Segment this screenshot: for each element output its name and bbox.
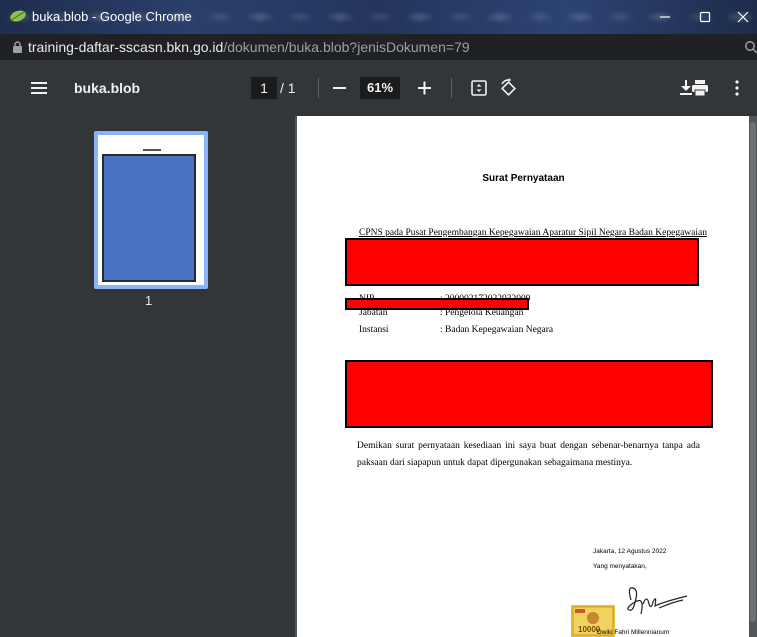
document-viewer[interactable]: Surat Pernyataan CPNS pada Pusat Pengemb… — [295, 116, 757, 637]
menu-icon[interactable] — [30, 79, 50, 97]
zoom-out-icon[interactable] — [331, 79, 349, 97]
more-icon[interactable] — [733, 79, 741, 97]
page-number-input[interactable]: 1 — [251, 77, 277, 99]
thumbnail-page — [98, 135, 204, 285]
close-icon[interactable] — [726, 0, 757, 34]
pdf-toolbar: buka.blob 1 / 1 61% — [0, 60, 757, 116]
window-title: buka.blob - Google Chrome — [32, 9, 192, 24]
page-thumbnail[interactable] — [94, 131, 208, 289]
redaction-box — [345, 360, 713, 428]
document-name: buka.blob — [74, 80, 141, 96]
magnifier-icon[interactable] — [744, 40, 757, 54]
url-path: /dokumen/buka.blob?jenisDokumen=79 — [223, 39, 470, 55]
place-date: Jakarta, 12 Agustus 2022 — [593, 548, 667, 555]
intro-line: CPNS pada Pusat Pengembangan Kepegawaian… — [359, 228, 707, 238]
document-title: Surat Pernyataan — [482, 173, 565, 184]
window-titlebar: buka.blob - Google Chrome — [0, 0, 757, 34]
rotate-icon[interactable] — [498, 78, 518, 98]
closing-text: Yang menyatakan, — [593, 563, 647, 570]
scrollbar-thumb[interactable] — [750, 122, 756, 622]
zoom-level-input[interactable]: 61% — [360, 77, 400, 99]
page-total: / 1 — [280, 80, 296, 96]
print-icon[interactable] — [690, 78, 710, 98]
thumbnail-content — [102, 154, 196, 282]
instansi-value: : Badan Kepegawaian Negara — [440, 325, 554, 335]
signature-icon — [627, 587, 688, 615]
instansi-label: Instansi — [359, 325, 389, 335]
minimize-icon[interactable] — [648, 0, 682, 34]
thumbnail-page-number: 1 — [145, 293, 153, 308]
statement-paragraph: Demikan surat pernyataan kesediaan ini s… — [357, 441, 700, 468]
lock-icon — [13, 41, 22, 53]
viewer-scrollbar[interactable] — [749, 116, 757, 637]
leaf-icon — [9, 10, 26, 22]
toolbar-divider — [451, 78, 452, 98]
thumbnail-sidebar: 1 — [0, 116, 295, 637]
jabatan-value: : Pengelola Keuangan — [440, 308, 524, 318]
thumbnail-title-line — [143, 149, 161, 151]
document-page: Surat Pernyataan CPNS pada Pusat Pengemb… — [297, 116, 750, 637]
address-bar[interactable]: training-daftar-sscasn.bkn.go.id/dokumen… — [0, 34, 757, 60]
fit-page-icon[interactable] — [470, 79, 488, 97]
signer-name: Dwiki Fahri Millennianum — [597, 629, 670, 636]
redaction-box — [345, 238, 699, 286]
url-host: training-daftar-sscasn.bkn.go.id — [28, 39, 224, 55]
toolbar-divider — [318, 78, 319, 98]
maximize-icon[interactable] — [688, 0, 722, 34]
url-text[interactable]: training-daftar-sscasn.bkn.go.id/dokumen… — [28, 39, 470, 55]
jabatan-label: Jabatan — [359, 308, 388, 318]
zoom-in-icon[interactable] — [416, 79, 434, 97]
